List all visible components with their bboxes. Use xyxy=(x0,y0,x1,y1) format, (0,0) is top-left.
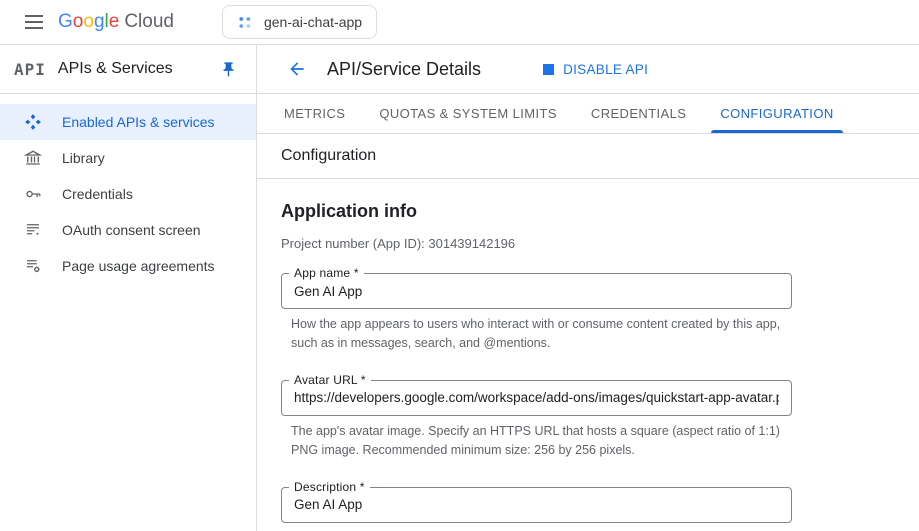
sidebar-header: API APIs & Services xyxy=(0,45,256,94)
sidebar-item-credentials[interactable]: Credentials xyxy=(0,176,256,212)
application-info-heading: Application info xyxy=(281,201,895,222)
tab-metrics[interactable]: METRICS xyxy=(267,94,362,133)
tab-bar: METRICS QUOTAS & SYSTEM LIMITS CREDENTIA… xyxy=(257,94,919,134)
back-button[interactable] xyxy=(281,53,313,85)
page-title: API/Service Details xyxy=(327,59,481,80)
brand-letter: o xyxy=(83,11,94,33)
brand-letter: G xyxy=(58,11,73,33)
main-panel: API/Service Details DISABLE API METRICS … xyxy=(257,45,919,531)
pin-icon[interactable] xyxy=(214,55,242,83)
project-icon xyxy=(237,14,254,31)
sidebar-item-label: Credentials xyxy=(62,186,133,202)
tab-configuration[interactable]: CONFIGURATION xyxy=(703,94,850,133)
hamburger-icon xyxy=(25,13,43,31)
tab-credentials[interactable]: CREDENTIALS xyxy=(574,94,703,133)
sidebar-title: APIs & Services xyxy=(58,60,214,78)
back-arrow-icon xyxy=(287,59,307,79)
disable-api-button[interactable]: DISABLE API xyxy=(543,62,648,77)
enabled-apis-icon xyxy=(24,113,42,131)
sidebar-item-enabled-apis[interactable]: Enabled APIs & services xyxy=(0,104,256,140)
app-name-field-block: App name * How the app appears to users … xyxy=(281,273,895,354)
description-label: Description * xyxy=(289,480,370,494)
sidebar: API APIs & Services Enabled APIs & servi… xyxy=(0,45,257,531)
brand-letter: e xyxy=(109,11,120,33)
agreements-icon xyxy=(24,257,42,275)
sidebar-item-oauth-consent[interactable]: OAuth consent screen xyxy=(0,212,256,248)
project-name: gen-ai-chat-app xyxy=(264,14,362,30)
sidebar-item-library[interactable]: Library xyxy=(0,140,256,176)
google-cloud-logo[interactable]: Google Cloud xyxy=(58,11,174,33)
library-icon xyxy=(24,149,42,167)
avatar-url-label: Avatar URL * xyxy=(289,373,371,387)
stop-icon xyxy=(543,64,554,75)
sidebar-item-page-usage-agreements[interactable]: Page usage agreements xyxy=(0,248,256,284)
menu-icon[interactable] xyxy=(16,4,52,40)
disable-api-label: DISABLE API xyxy=(563,62,648,77)
sidebar-item-label: Enabled APIs & services xyxy=(62,114,215,130)
sidebar-item-label: Page usage agreements xyxy=(62,258,215,274)
project-picker[interactable]: gen-ai-chat-app xyxy=(222,5,377,39)
configuration-content: Application info Project number (App ID)… xyxy=(257,179,919,531)
description-field-block: Description * Max 40 characters xyxy=(281,487,895,531)
sidebar-item-label: OAuth consent screen xyxy=(62,222,201,238)
avatar-url-field-block: Avatar URL * The app's avatar image. Spe… xyxy=(281,380,895,461)
sidebar-item-label: Library xyxy=(62,150,105,166)
section-bar-title: Configuration xyxy=(281,147,376,165)
section-bar: Configuration xyxy=(257,134,919,179)
brand-cloud-text: Cloud xyxy=(124,11,174,33)
app-name-helper-text: How the app appears to users who interac… xyxy=(291,315,793,354)
main-header: API/Service Details DISABLE API xyxy=(257,45,919,94)
brand-letter: g xyxy=(94,11,105,33)
consent-list-icon xyxy=(24,221,42,239)
project-number-text: Project number (App ID): 301439142196 xyxy=(281,236,895,251)
sidebar-nav: Enabled APIs & services Library xyxy=(0,94,256,284)
brand-letter: o xyxy=(73,11,84,33)
tab-quotas[interactable]: QUOTAS & SYSTEM LIMITS xyxy=(362,94,574,133)
app-name-label: App name * xyxy=(289,266,364,280)
api-product-logo: API xyxy=(14,60,46,79)
avatar-url-helper-text: The app's avatar image. Specify an HTTPS… xyxy=(291,422,793,461)
topbar: Google Cloud gen-ai-chat-app xyxy=(0,0,919,45)
key-icon xyxy=(24,185,42,203)
